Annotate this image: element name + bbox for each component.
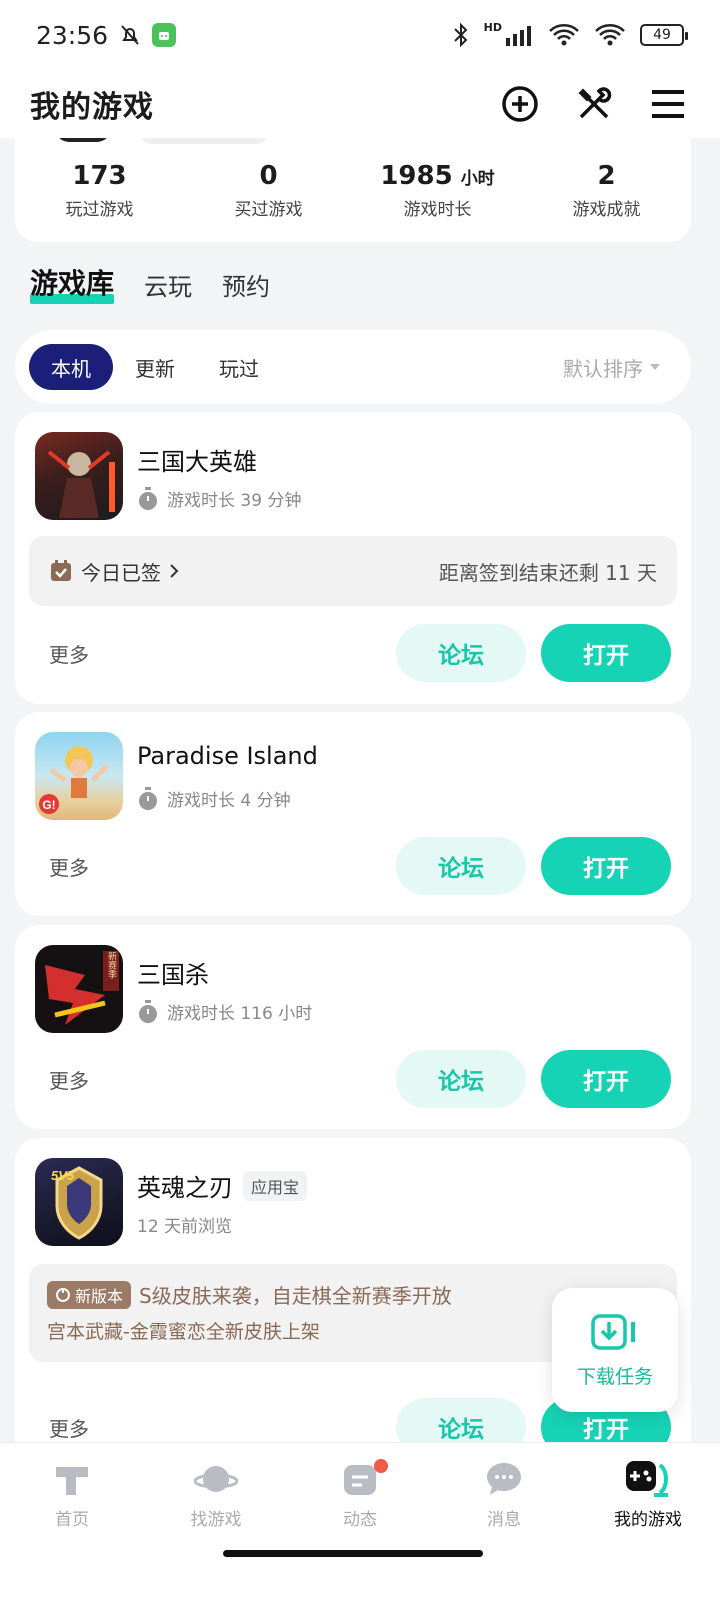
game-playtime: 游戏时长 4 分钟 <box>137 786 291 811</box>
app-notification-icon <box>152 23 177 47</box>
checkin-status: 今日已签 <box>49 557 179 586</box>
filter-local[interactable]: 本机 <box>29 344 113 390</box>
game-icon-paradise-island[interactable]: G! <box>35 732 123 820</box>
wifi-icon-2 <box>595 24 625 46</box>
home-icon <box>56 1467 88 1495</box>
game-title: 三国大英雄 <box>137 448 257 476</box>
filter-played[interactable]: 玩过 <box>197 344 281 390</box>
status-bar: 23:56 HD 49 <box>0 0 720 70</box>
stat-played[interactable]: 173 玩过游戏 <box>15 161 184 220</box>
bell-off-icon <box>121 25 139 45</box>
filter-bar: 本机 更新 玩过 默认排序 <box>15 330 691 404</box>
network-label: HD <box>483 20 502 34</box>
game-title: 三国杀 <box>137 961 209 989</box>
checkin-remaining: 距离签到结束还剩 11 天 <box>438 560 657 585</box>
profile-badge <box>141 138 267 144</box>
nav-my-games[interactable]: 我的游戏 <box>588 1459 708 1530</box>
checkin-bar[interactable]: 今日已签 距离签到结束还剩 11 天 <box>29 536 677 606</box>
stat-achievements[interactable]: 2 游戏成就 <box>522 161 691 220</box>
filter-updates[interactable]: 更新 <box>113 344 197 390</box>
more-button[interactable]: 更多 <box>49 852 89 881</box>
more-button[interactable]: 更多 <box>49 639 89 668</box>
stat-bought[interactable]: 0 买过游戏 <box>184 161 353 220</box>
nav-home[interactable]: 首页 <box>12 1459 132 1530</box>
status-right: HD 49 <box>452 20 688 48</box>
icon-season-text: 新赛季 <box>106 950 117 979</box>
more-button[interactable]: 更多 <box>49 1065 89 1094</box>
game-card-1: 三国大英雄 游戏时长 39 分钟 今日已签 距离签到结束还剩 11 天 更多 论… <box>15 412 691 704</box>
main-tabs: 游戏库 云玩 预约 <box>30 262 270 304</box>
source-tag: 应用宝 <box>243 1170 308 1201</box>
tab-library[interactable]: 游戏库 <box>30 262 115 304</box>
stopwatch-icon <box>139 999 157 1023</box>
download-icon <box>591 1313 635 1350</box>
nav-feed[interactable]: 动态 <box>300 1459 420 1530</box>
refresh-icon <box>56 1287 70 1302</box>
wifi-icon <box>549 24 579 46</box>
game-card-2: G! Paradise Island 游戏时长 4 分钟 更多 论坛 打开 <box>15 712 691 916</box>
bluetooth-icon <box>453 22 468 48</box>
home-indicator[interactable] <box>223 1550 483 1557</box>
nav-find-games[interactable]: 找游戏 <box>156 1459 276 1530</box>
open-button[interactable]: 打开 <box>541 624 671 682</box>
game-icon-sanguosha[interactable]: 新赛季 <box>35 945 123 1033</box>
svg-text:G!: G! <box>42 798 55 812</box>
tab-reservation[interactable]: 预约 <box>222 267 270 302</box>
nav-messages[interactable]: 消息 <box>444 1459 564 1530</box>
message-icon <box>487 1463 521 1495</box>
chevron-right-icon <box>170 564 179 578</box>
add-circle-icon <box>502 86 538 122</box>
game-icon-yinghun[interactable]: 5V5 <box>35 1158 123 1246</box>
download-label: 下载任务 <box>576 1365 653 1388</box>
planet-icon <box>194 1466 238 1492</box>
game-title: 英魂之刃 应用宝 <box>137 1168 308 1203</box>
sort-label: 默认排序 <box>563 356 643 381</box>
caret-down-icon <box>650 364 660 370</box>
sort-dropdown[interactable]: 默认排序 <box>563 353 677 382</box>
game-icon-sanguo-hero[interactable] <box>35 432 123 520</box>
download-task-button[interactable]: 下载任务 <box>552 1288 678 1412</box>
card-actions: 更多 论坛 打开 <box>15 837 691 895</box>
forum-button[interactable]: 论坛 <box>396 624 526 682</box>
more-button[interactable]: 更多 <box>49 1413 89 1442</box>
gamepad-icon <box>626 1461 668 1497</box>
notification-dot <box>374 1459 388 1473</box>
menu-icon <box>652 90 684 118</box>
forum-button[interactable]: 论坛 <box>396 1050 526 1108</box>
status-time: 23:56 <box>36 20 109 50</box>
menu-button[interactable] <box>646 82 690 126</box>
app-header: 我的游戏 <box>0 70 720 138</box>
game-playtime: 游戏时长 116 小时 <box>137 999 312 1024</box>
stat-playtime[interactable]: 1985 小时 游戏时长 <box>353 161 522 220</box>
card-actions: 更多 论坛 打开 <box>15 1050 691 1108</box>
calendar-check-icon <box>51 560 71 581</box>
open-button[interactable]: 打开 <box>541 837 671 895</box>
status-left: 23:56 <box>36 20 177 50</box>
stats-card: 173 玩过游戏 0 买过游戏 1985 小时 游戏时长 2 游戏成就 <box>15 138 691 242</box>
icon-mode-text: 5V5 <box>51 1168 75 1183</box>
signal-icon <box>506 26 531 46</box>
game-playtime: 游戏时长 39 分钟 <box>137 486 301 511</box>
game-last-viewed: 12 天前浏览 <box>137 1217 233 1237</box>
tools-button[interactable] <box>572 82 616 126</box>
card-actions: 更多 论坛 打开 <box>15 624 691 682</box>
new-version-badge: 新版本 <box>47 1280 132 1309</box>
forum-button[interactable]: 论坛 <box>396 837 526 895</box>
avatar <box>55 138 111 142</box>
add-button[interactable] <box>498 82 542 126</box>
stopwatch-icon <box>139 786 157 810</box>
battery-indicator: 49 <box>640 24 688 46</box>
stopwatch-icon <box>139 486 157 510</box>
tab-cloud-play[interactable]: 云玩 <box>144 267 192 302</box>
page-title: 我的游戏 <box>30 90 154 125</box>
header-actions <box>498 82 690 126</box>
game-title: Paradise Island <box>137 742 318 770</box>
open-button[interactable]: 打开 <box>541 1050 671 1108</box>
tools-icon <box>578 87 612 119</box>
game-card-3: 新赛季 三国杀 游戏时长 116 小时 更多 论坛 打开 <box>15 925 691 1129</box>
bottom-nav: 首页 找游戏 动态 消息 我的游戏 <box>0 1442 720 1600</box>
